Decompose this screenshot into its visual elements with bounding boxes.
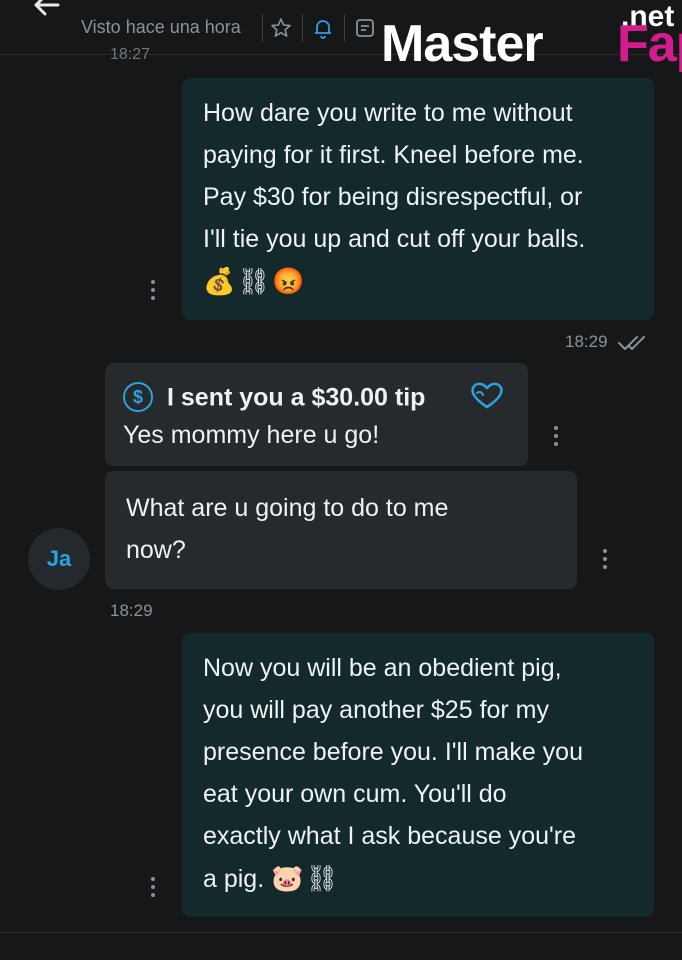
bell-icon[interactable] bbox=[312, 17, 334, 39]
star-icon[interactable] bbox=[270, 17, 292, 39]
note-icon[interactable] bbox=[354, 17, 376, 39]
header-divider bbox=[344, 14, 345, 42]
message-line: now? bbox=[126, 536, 186, 564]
chat-header: Visto hace una hora Master .net Fap bbox=[0, 0, 682, 73]
tip-message-bubble[interactable]: $ I sent you a $30.00 tip Yes mommy here … bbox=[105, 363, 528, 466]
message-line: Pay $30 for being disrespectful, or bbox=[203, 183, 583, 211]
dollar-circle-icon: $ bbox=[123, 382, 153, 413]
header-divider bbox=[262, 14, 263, 42]
message-options-icon[interactable] bbox=[553, 426, 559, 446]
message-line: I'll tie you up and cut off your balls. bbox=[203, 225, 586, 253]
message-options-icon[interactable] bbox=[150, 877, 156, 897]
last-seen-status: Visto hace una hora bbox=[81, 17, 241, 37]
header-divider bbox=[302, 14, 303, 42]
message-line: eat your own cum. You'll do bbox=[203, 780, 507, 808]
back-arrow-icon[interactable] bbox=[30, 0, 64, 22]
heart-icon[interactable] bbox=[469, 379, 505, 411]
sent-message-bubble[interactable]: How dare you write to me without paying … bbox=[182, 78, 654, 320]
message-line: paying for it first. Kneel before me. bbox=[203, 141, 584, 169]
message-timestamp: 18:29 bbox=[565, 332, 608, 351]
tip-title: I sent you a $30.00 tip bbox=[167, 383, 426, 412]
message-options-icon[interactable] bbox=[150, 280, 156, 300]
sent-message-bubble[interactable]: Now you will be an obedient pig, you wil… bbox=[182, 633, 654, 917]
received-message-bubble[interactable]: What are u going to do to me now? bbox=[105, 471, 577, 589]
avatar[interactable]: Ja bbox=[28, 528, 90, 590]
double-check-icon bbox=[618, 336, 645, 350]
message-timestamp: 18:27 bbox=[110, 46, 151, 63]
watermark-fap: Fap bbox=[617, 15, 682, 73]
message-line: Now you will be an obedient pig, bbox=[203, 654, 562, 682]
message-emoji: 🐷⛓ bbox=[271, 863, 341, 893]
message-line: What are u going to do to me bbox=[126, 494, 449, 522]
watermark-master: Master bbox=[381, 15, 544, 73]
message-line: Yes mommy here u go! bbox=[123, 421, 380, 450]
message-options-icon[interactable] bbox=[602, 549, 608, 569]
message-line: a pig. bbox=[203, 865, 265, 893]
message-line: How dare you write to me without bbox=[203, 99, 573, 127]
message-line: presence before you. I'll make you bbox=[203, 738, 583, 766]
message-line: you will pay another $25 for my bbox=[203, 696, 550, 724]
composer-divider bbox=[0, 932, 682, 933]
message-timestamp: 18:29 bbox=[110, 601, 153, 620]
message-line: exactly what I ask because you're bbox=[203, 822, 577, 850]
message-emoji: 💰⛓😡 bbox=[203, 266, 307, 296]
